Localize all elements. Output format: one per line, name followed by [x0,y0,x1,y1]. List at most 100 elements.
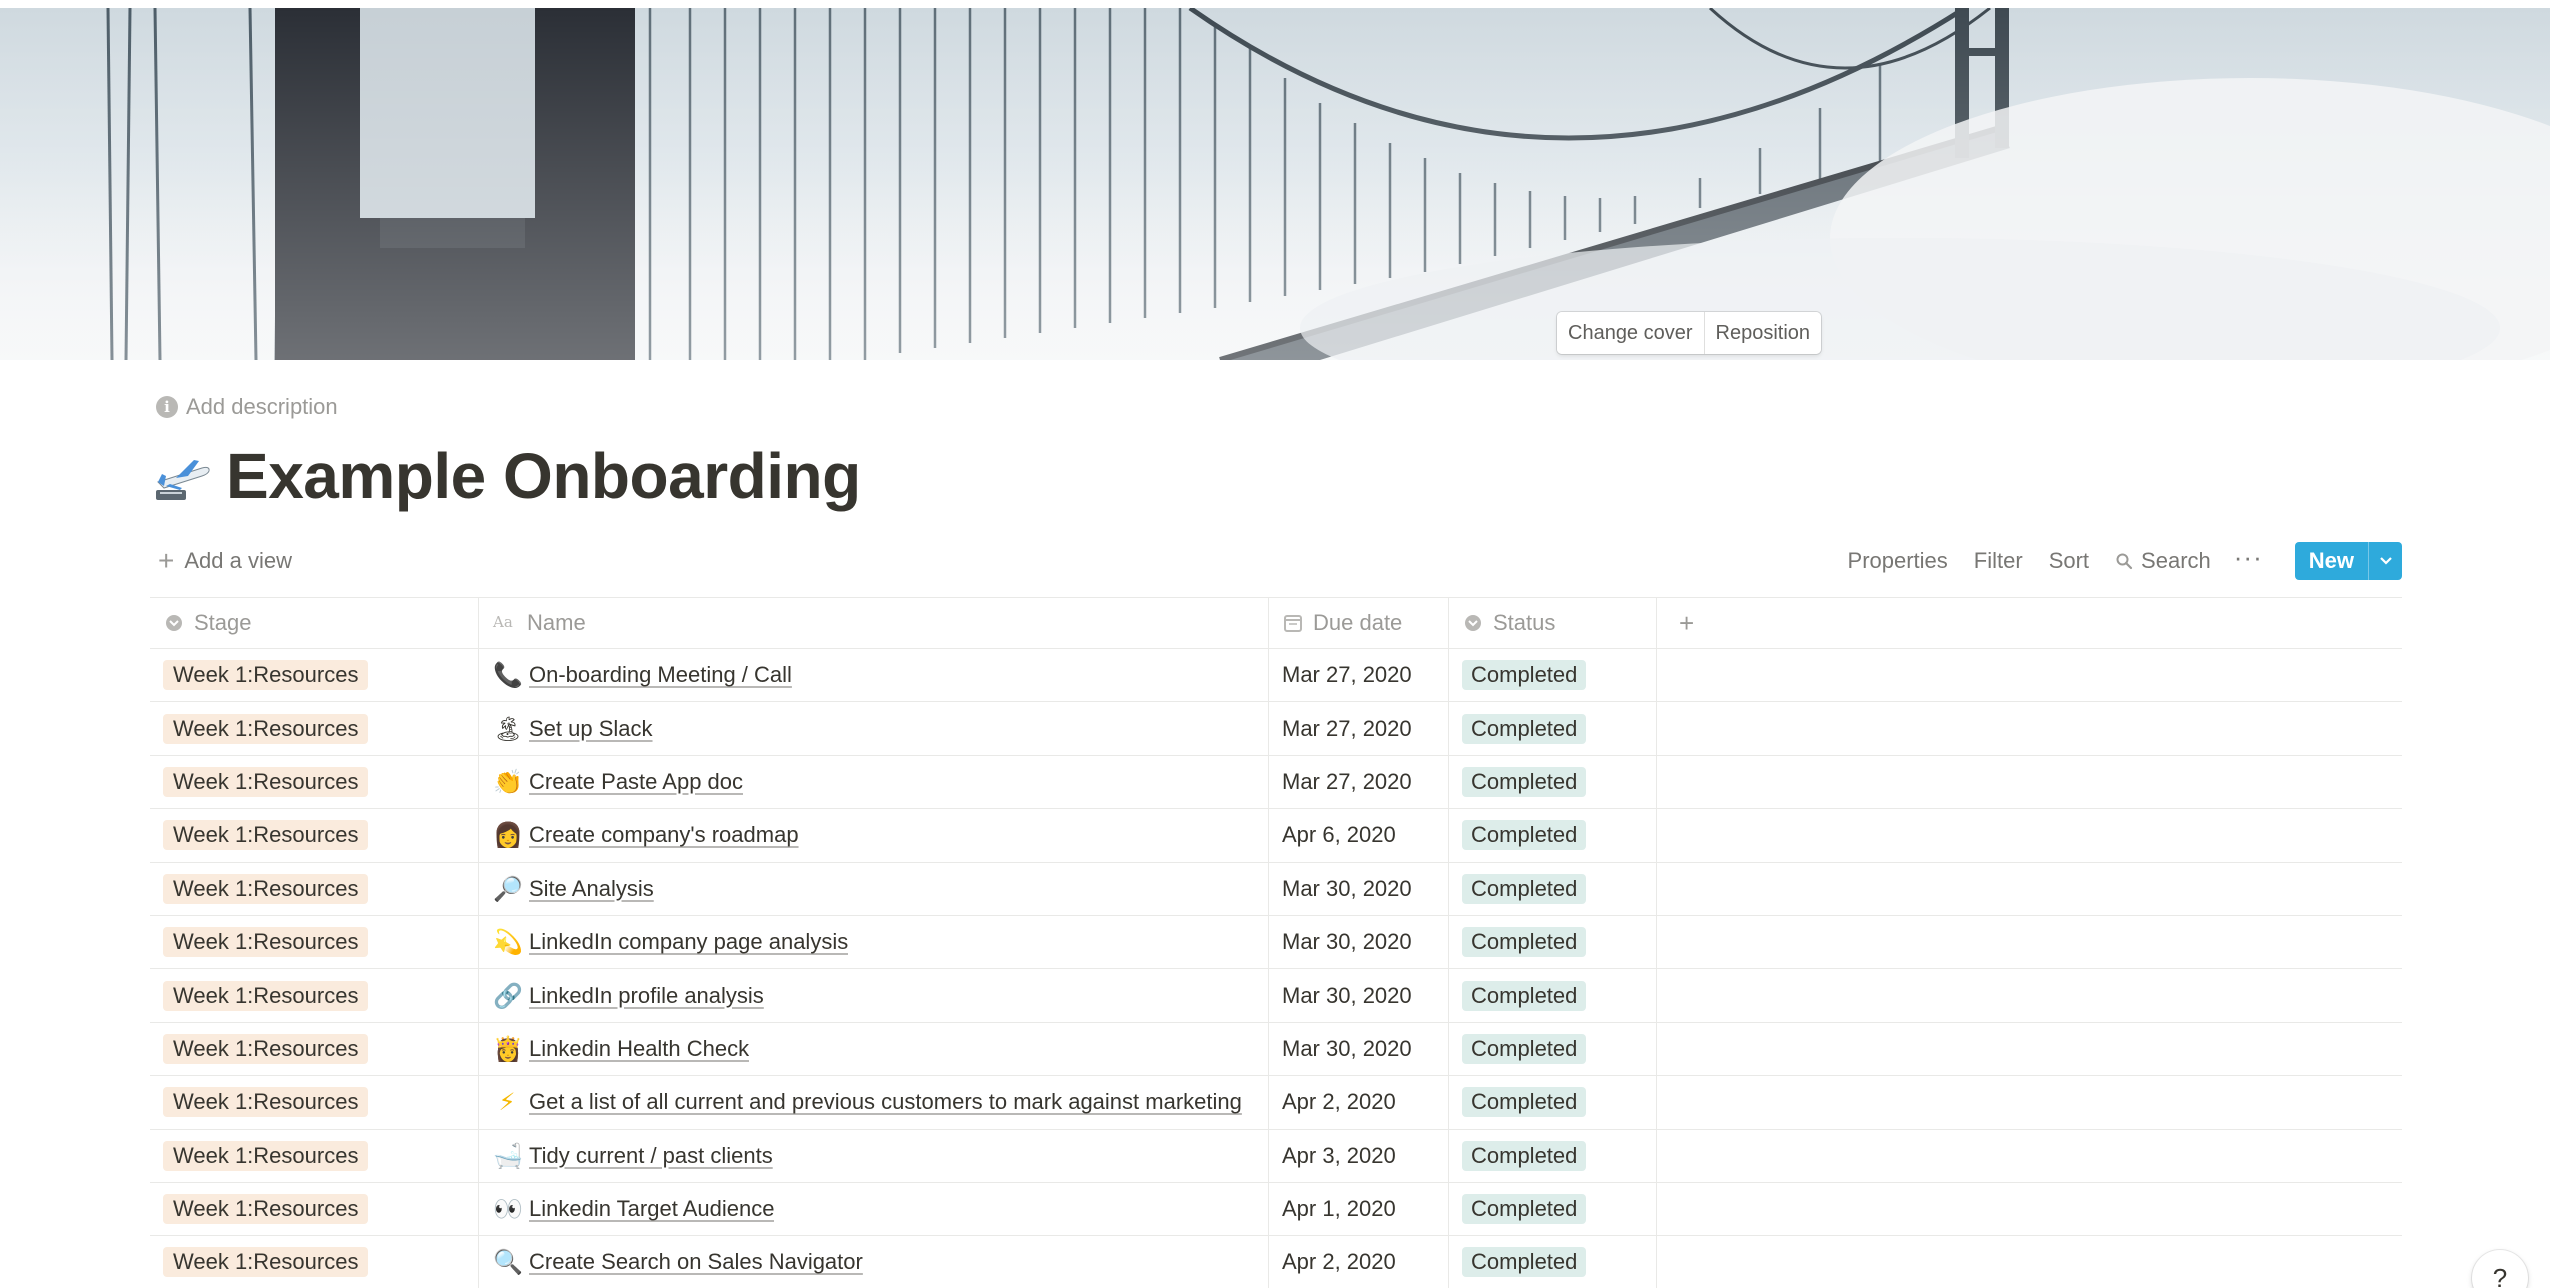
filter-button[interactable]: Filter [1961,540,2036,582]
status-badge: Completed [1462,713,1587,744]
status-cell[interactable]: Completed [1449,649,1657,702]
name-cell[interactable]: 👏 Create Paste App doc [479,755,1269,809]
new-button[interactable]: New [2294,542,2368,580]
name-cell[interactable]: 🔗 LinkedIn profile analysis [479,969,1269,1022]
stage-cell[interactable]: Week 1:Resources [150,1022,479,1076]
table-row[interactable]: Week 1:Resources 👸 Linkedin Health Check … [150,1022,2402,1077]
add-view-button[interactable]: + Add a view [158,540,292,582]
table-row[interactable]: Week 1:Resources 📞 On-boarding Meeting / … [150,649,2402,703]
name-cell[interactable]: 📞 On-boarding Meeting / Call [479,649,1269,702]
due-date-cell[interactable]: Mar 27, 2020 [1269,649,1449,702]
row-name[interactable]: Site Analysis [529,876,654,902]
status-cell[interactable]: Completed [1449,969,1657,1022]
due-date-cell[interactable]: Mar 30, 2020 [1269,915,1449,969]
due-date-cell[interactable]: Apr 6, 2020 [1269,809,1449,862]
stage-cell[interactable]: Week 1:Resources [150,969,479,1022]
properties-button[interactable]: Properties [1835,540,1961,582]
column-header-name[interactable]: Aa Name [479,598,1269,648]
table-row[interactable]: Week 1:Resources 👩 Create company's roadm… [150,809,2402,863]
table-row[interactable]: Week 1:Resources 👏 Create Paste App doc M… [150,755,2402,810]
row-name[interactable]: LinkedIn company page analysis [529,929,848,955]
status-cell[interactable]: Completed [1449,1022,1657,1076]
due-date-cell[interactable]: Apr 2, 2020 [1269,1236,1449,1288]
due-date-cell[interactable]: Mar 30, 2020 [1269,862,1449,915]
status-cell[interactable]: Completed [1449,915,1657,969]
stage-cell[interactable]: Week 1:Resources [150,755,479,809]
row-name[interactable]: Tidy current / past clients [529,1143,773,1169]
row-name[interactable]: Create Paste App doc [529,769,743,795]
status-cell[interactable]: Completed [1449,702,1657,755]
name-cell[interactable]: 👩 Create company's roadmap [479,809,1269,862]
name-cell[interactable]: ⚡ Get a list of all current and previous … [479,1076,1269,1129]
name-cell[interactable]: 💫 LinkedIn company page analysis [479,915,1269,969]
stage-cell[interactable]: Week 1:Resources [150,1076,479,1129]
name-cell[interactable]: 🔎 Site Analysis [479,862,1269,915]
airplane-departure-icon[interactable] [152,446,212,506]
name-cell[interactable]: 🏝 Set up Slack [479,702,1269,755]
table-row[interactable]: Week 1:Resources ⚡ Get a list of all curr… [150,1076,2402,1130]
add-description-button[interactable]: i Add description [156,394,338,420]
stage-cell[interactable]: Week 1:Resources [150,649,479,702]
row-name[interactable]: On-boarding Meeting / Call [529,662,792,688]
table-row[interactable]: Week 1:Resources 🛁 Tidy current / past cl… [150,1129,2402,1183]
due-date-cell[interactable]: Mar 30, 2020 [1269,1022,1449,1076]
due-date-cell[interactable]: Apr 1, 2020 [1269,1182,1449,1236]
table-row[interactable]: Week 1:Resources 🏝 Set up Slack Mar 27, 2… [150,702,2402,756]
status-cell[interactable]: Completed [1449,755,1657,809]
column-header-status[interactable]: Status [1449,598,1657,648]
empty-cell [1657,1236,2402,1288]
status-badge: Completed [1462,1247,1587,1278]
row-name[interactable]: Set up Slack [529,716,653,742]
table-row[interactable]: Week 1:Resources 🔗 LinkedIn profile anal… [150,969,2402,1023]
stage-cell[interactable]: Week 1:Resources [150,915,479,969]
table-row[interactable]: Week 1:Resources 🔎 Site Analysis Mar 30, … [150,862,2402,916]
table-header: Stage Aa Name Due date Status + [150,597,2402,649]
status-cell[interactable]: Completed [1449,1182,1657,1236]
stage-cell[interactable]: Week 1:Resources [150,1129,479,1182]
search-button[interactable]: Search [2102,540,2224,582]
name-cell[interactable]: 👸 Linkedin Health Check [479,1022,1269,1076]
stage-cell[interactable]: Week 1:Resources [150,862,479,915]
column-label: Status [1493,610,1556,635]
status-badge: Completed [1462,1033,1587,1064]
row-name[interactable]: Create Search on Sales Navigator [529,1249,863,1275]
help-button[interactable]: ? [2472,1250,2528,1288]
row-name[interactable]: Create company's roadmap [529,822,799,848]
table-row[interactable]: Week 1:Resources 🔍 Create Search on Sales… [150,1236,2402,1288]
status-cell[interactable]: Completed [1449,1129,1657,1182]
add-column-button[interactable]: + [1657,598,2402,648]
stage-cell[interactable]: Week 1:Resources [150,809,479,862]
row-name[interactable]: Linkedin Target Audience [529,1196,774,1222]
table-row[interactable]: Week 1:Resources 👀 Linkedin Target Audien… [150,1182,2402,1237]
row-name[interactable]: LinkedIn profile analysis [529,983,764,1009]
status-cell[interactable]: Completed [1449,1076,1657,1129]
name-cell[interactable]: 🔍 Create Search on Sales Navigator [479,1236,1269,1288]
stage-cell[interactable]: Week 1:Resources [150,1182,479,1236]
change-cover-button[interactable]: Change cover [1557,312,1704,354]
due-date-cell[interactable]: Mar 27, 2020 [1269,702,1449,755]
name-cell[interactable]: 👀 Linkedin Target Audience [479,1182,1269,1236]
due-date-cell[interactable]: Mar 27, 2020 [1269,755,1449,809]
table-row[interactable]: Week 1:Resources 💫 LinkedIn company page … [150,915,2402,970]
woman-worker-icon: 👩 [493,821,523,850]
sort-button[interactable]: Sort [2036,540,2102,582]
new-dropdown-button[interactable] [2368,542,2402,580]
reposition-button[interactable]: Reposition [1703,312,1822,354]
column-header-due-date[interactable]: Due date [1269,598,1449,648]
due-date-cell[interactable]: Apr 3, 2020 [1269,1129,1449,1182]
due-date-cell[interactable]: Mar 30, 2020 [1269,969,1449,1022]
more-options-icon[interactable]: ··· [2224,542,2279,581]
status-cell[interactable]: Completed [1449,809,1657,862]
status-cell[interactable]: Completed [1449,1236,1657,1288]
database-table: Stage Aa Name Due date Status + Week 1:R… [150,597,2402,1288]
status-badge: Completed [1462,766,1587,797]
due-date-cell[interactable]: Apr 2, 2020 [1269,1076,1449,1129]
column-header-stage[interactable]: Stage [150,598,479,648]
name-cell[interactable]: 🛁 Tidy current / past clients [479,1129,1269,1182]
row-name[interactable]: Linkedin Health Check [529,1036,749,1062]
stage-cell[interactable]: Week 1:Resources [150,702,479,755]
row-name[interactable]: Get a list of all current and previous c… [529,1089,1242,1115]
stage-cell[interactable]: Week 1:Resources [150,1236,479,1288]
status-cell[interactable]: Completed [1449,862,1657,915]
page-title[interactable]: Example Onboarding [226,439,861,513]
